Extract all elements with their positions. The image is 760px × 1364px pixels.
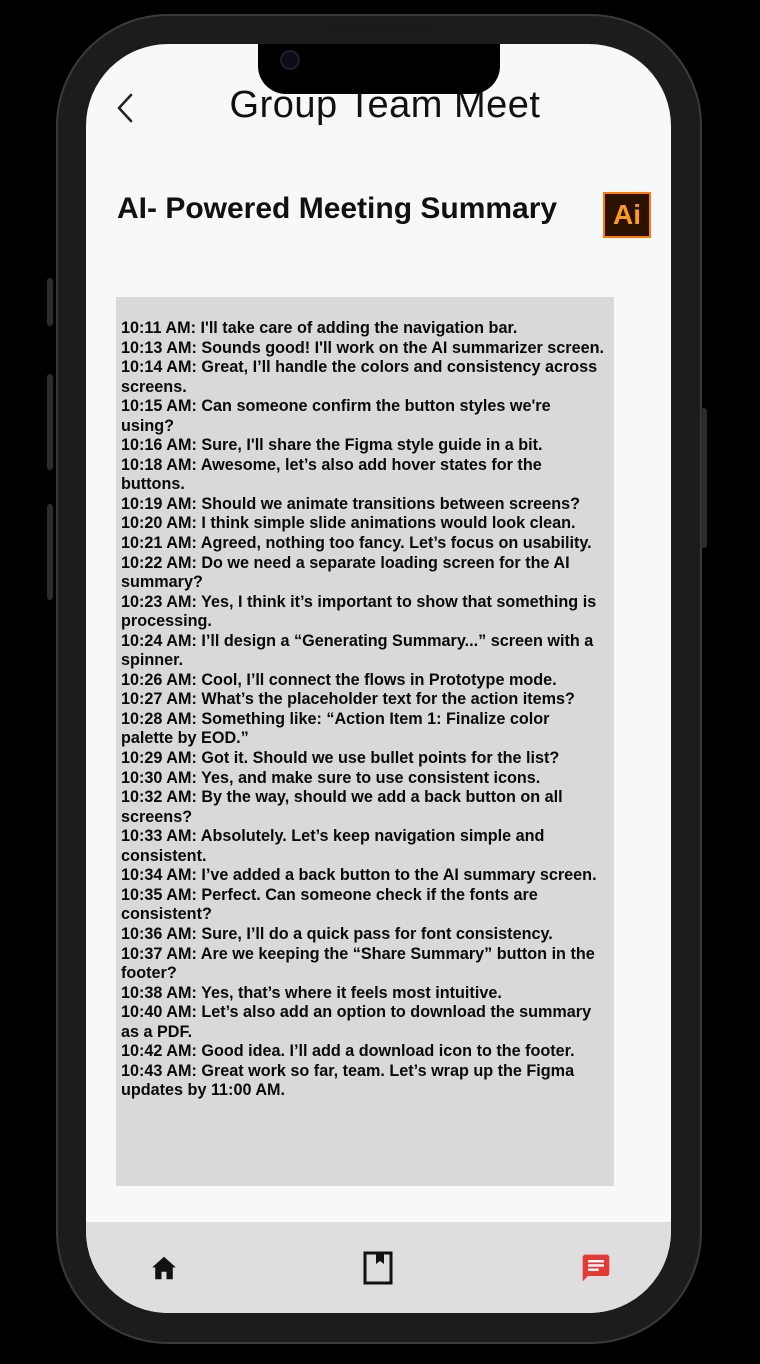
transcript-line: 10:29 AM: Got it. Should we use bullet p…	[121, 749, 560, 768]
transcript-line: 10:28 AM: Something like: “Action Item 1…	[121, 709, 550, 748]
transcript-line: 10:35 AM: Perfect. Can someone check if …	[121, 885, 538, 924]
chevron-left-icon	[117, 93, 133, 123]
back-button[interactable]	[110, 88, 140, 128]
transcript-line: 10:24 AM: I’ll design a “Generating Summ…	[121, 631, 594, 670]
front-camera	[280, 50, 300, 70]
silent-switch	[47, 278, 53, 326]
transcript-line: 10:18 AM: Awesome, let’s also add hover …	[121, 455, 542, 494]
chat-icon	[582, 1254, 610, 1282]
volume-up-button	[47, 374, 53, 470]
transcript-line: 10:42 AM: Good idea. I’ll add a download…	[121, 1042, 575, 1061]
transcript-line: 10:23 AM: Yes, I think it’s important to…	[121, 592, 597, 631]
transcript-line: 10:36 AM: Sure, I’ll do a quick pass for…	[121, 924, 553, 943]
transcript-line: 10:26 AM: Cool, I’ll connect the flows i…	[121, 670, 557, 689]
transcript-line: 10:13 AM: Sounds good! I'll work on the …	[121, 338, 604, 357]
transcript-line: 10:37 AM: Are we keeping the “Share Summ…	[121, 944, 595, 983]
transcript-line: 10:21 AM: Agreed, nothing too fancy. Let…	[121, 534, 592, 553]
transcript-line: 10:27 AM: What’s the placeholder text fo…	[121, 690, 575, 709]
transcript-line: 10:22 AM: Do we need a separate loading …	[121, 553, 570, 592]
transcript-line: 10:14 AM: Great, I’ll handle the colors …	[121, 358, 598, 396]
transcript-line: 10:19 AM: Should we animate transitions …	[121, 494, 581, 513]
transcript-line: 10:34 AM: I’ve added a back button to th…	[121, 866, 597, 885]
nav-bookmark-button[interactable]	[358, 1248, 398, 1288]
transcript-box: 10:11 AM: I'll take care of adding the n…	[116, 297, 614, 1186]
volume-down-button	[47, 504, 53, 600]
transcript-line: 10:15 AM: Can someone confirm the button…	[121, 397, 551, 435]
nav-chat-button[interactable]	[576, 1248, 616, 1288]
transcript-line: 10:43 AM: Great work so far, team. Let’s…	[121, 1061, 575, 1100]
bookmark-icon	[363, 1251, 393, 1285]
transcript-line: 10:20 AM: I think simple slide animation…	[121, 514, 576, 533]
transcript-line: 10:16 AM: Sure, I'll share the Figma sty…	[121, 436, 543, 455]
transcript-line: 10:40 AM: Let’s also add an option to do…	[121, 1003, 592, 1041]
summary-heading: AI- Powered Meeting Summary	[117, 192, 558, 225]
transcript-line: 10:38 AM: Yes, that’s where it feels mos…	[121, 983, 502, 1002]
illustrator-ai-logo: Ai	[603, 192, 651, 238]
transcript-line: 10:32 AM: By the way, should we add a ba…	[121, 788, 563, 826]
nav-home-button[interactable]	[144, 1248, 184, 1288]
power-button	[701, 408, 707, 548]
transcript-line: 10:33 AM: Absolutely. Let’s keep navigat…	[121, 827, 545, 865]
home-icon	[152, 1256, 176, 1280]
transcript-line: 10:30 AM: Yes, and make sure to use cons…	[121, 768, 541, 787]
transcript-line: 10:11 AM: I'll take care of adding the n…	[121, 319, 518, 337]
speaker-grille	[326, 26, 432, 33]
